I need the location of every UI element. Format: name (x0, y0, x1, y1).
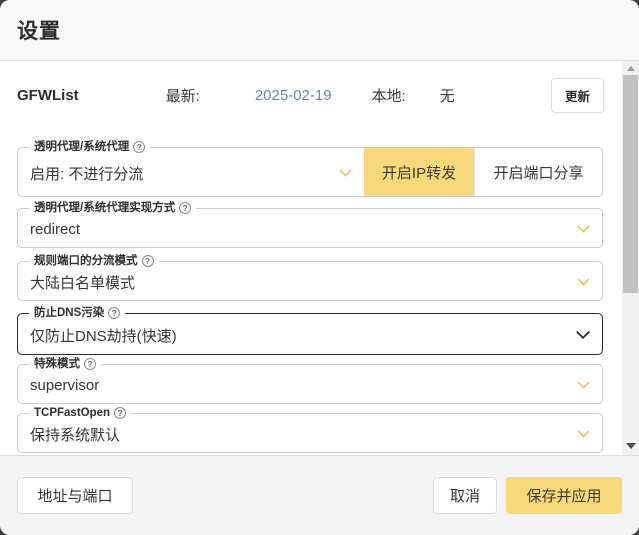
gfwlist-latest-date: 2025-02-19 (255, 87, 332, 104)
save-apply-button[interactable]: 保存并应用 (506, 477, 622, 514)
scrollbar-thumb[interactable] (623, 75, 638, 293)
cancel-button[interactable]: 取消 (433, 477, 497, 514)
help-icon[interactable]: ? (133, 141, 145, 153)
triangle-down-icon (626, 443, 636, 449)
dialog-body: GFWList 最新: 2025-02-19 本地: 无 更新 透明代理/系统代… (0, 61, 639, 455)
help-icon[interactable]: ? (108, 307, 120, 319)
field-transparent-proxy-label: 透明代理/系统代理 ? (29, 140, 150, 154)
gfwlist-row: GFWList 最新: 2025-02-19 本地: 无 更新 (0, 61, 622, 129)
help-icon[interactable]: ? (114, 407, 126, 419)
help-icon[interactable]: ? (142, 255, 154, 267)
field-dns-pollution-label: 防止DNS污染 ? (29, 306, 125, 320)
gfwlist-local-label: 本地: (372, 85, 406, 106)
field-dns-pollution: 防止DNS污染 ? 仅防止DNS劫持(快速) (17, 313, 603, 355)
vertical-scrollbar[interactable] (622, 61, 639, 455)
field-proxy-implementation-label: 透明代理/系统代理实现方式 ? (29, 201, 196, 215)
scrollbar-up-arrow[interactable] (622, 61, 639, 75)
field-split-mode: 规则端口的分流模式 ? 大陆白名单模式 (17, 261, 603, 301)
field-special-mode: 特殊模式 ? supervisor (17, 364, 603, 404)
gfwlist-update-button[interactable]: 更新 (551, 78, 604, 113)
enable-ip-forward-button[interactable]: 开启IP转发 (364, 148, 474, 196)
dialog-title: 设置 (17, 15, 61, 45)
help-icon[interactable]: ? (84, 358, 96, 370)
field-tcp-fast-open: TCPFastOpen ? 保持系统默认 (17, 413, 603, 453)
dialog-content: GFWList 最新: 2025-02-19 本地: 无 更新 透明代理/系统代… (0, 61, 622, 455)
chevron-down-icon (577, 273, 590, 286)
dialog-header: 设置 (0, 0, 639, 61)
transparent-proxy-select[interactable]: 启用: 不进行分流 (18, 148, 364, 196)
dialog-footer: 地址与端口 取消 保存并应用 (0, 455, 639, 535)
gfwlist-name: GFWList (17, 87, 79, 104)
triangle-up-icon (627, 66, 635, 71)
field-special-mode-label: 特殊模式 ? (29, 357, 101, 371)
address-ports-button[interactable]: 地址与端口 (17, 477, 133, 514)
field-tcp-fast-open-label: TCPFastOpen ? (29, 406, 131, 420)
chevron-down-icon (339, 164, 352, 177)
chevron-down-icon (576, 325, 590, 339)
fields-list: 透明代理/系统代理 ? 启用: 不进行分流 开启IP转发 开启端口分享 (0, 147, 622, 453)
field-transparent-proxy: 透明代理/系统代理 ? 启用: 不进行分流 开启IP转发 开启端口分享 (17, 147, 603, 197)
special-mode-select[interactable]: supervisor (18, 365, 602, 403)
scrollbar-down-arrow[interactable] (622, 439, 639, 453)
settings-dialog: 设置 GFWList 最新: 2025-02-19 本地: 无 更新 透明代理/… (0, 0, 639, 535)
dns-pollution-select[interactable]: 仅防止DNS劫持(快速) (18, 314, 602, 354)
help-icon[interactable]: ? (179, 202, 191, 214)
enable-port-share-button[interactable]: 开启端口分享 (474, 148, 602, 196)
gfwlist-latest-label: 最新: (166, 85, 200, 106)
gfwlist-local-value: 无 (440, 85, 455, 106)
field-proxy-implementation: 透明代理/系统代理实现方式 ? redirect (17, 208, 603, 248)
chevron-down-icon (577, 425, 590, 438)
chevron-down-icon (577, 376, 590, 389)
chevron-down-icon (577, 220, 590, 233)
field-split-mode-label: 规则端口的分流模式 ? (29, 254, 159, 268)
